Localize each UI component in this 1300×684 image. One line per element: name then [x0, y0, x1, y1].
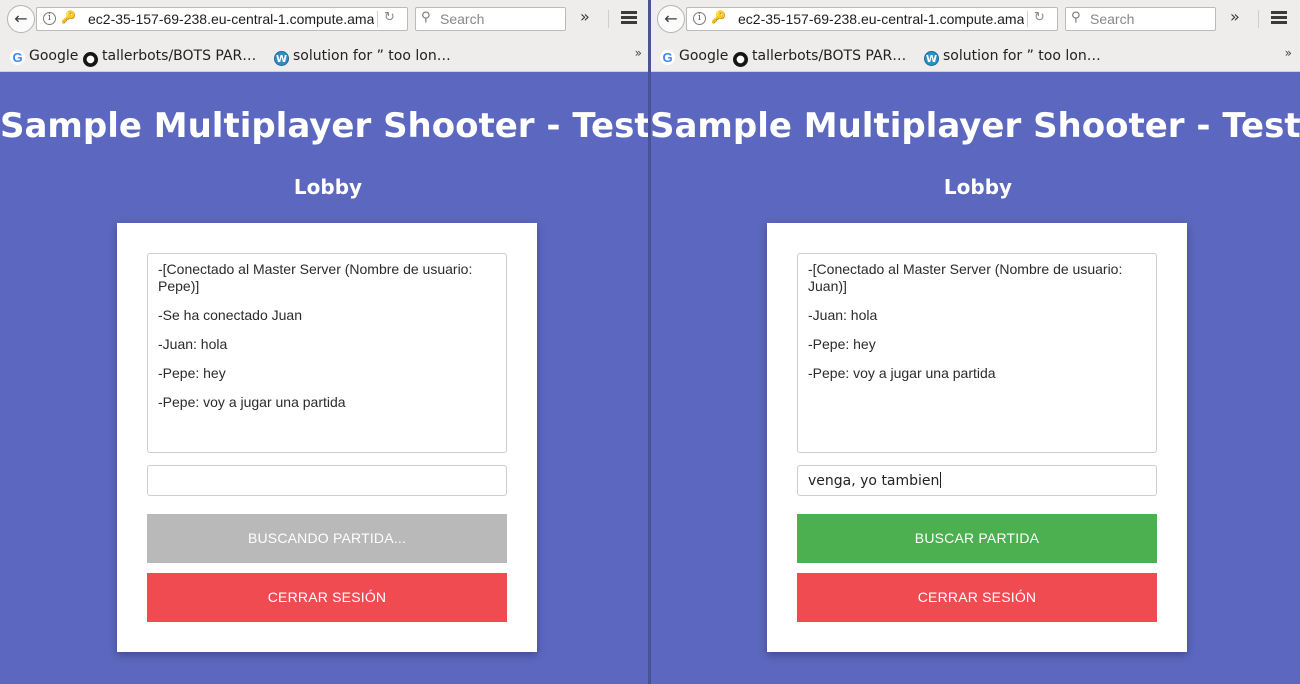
lobby-heading: Lobby — [943, 175, 1013, 199]
bookmarks-overflow-icon[interactable]: » — [1285, 46, 1292, 60]
hamburger-menu-icon[interactable] — [621, 11, 637, 24]
text-caret — [940, 472, 942, 488]
chat-message: -[Conectado al Master Server (Nombre de … — [808, 261, 1123, 294]
bookmark-google[interactable]: G Google — [10, 46, 78, 66]
url-bar[interactable]: i 🔑 ec2-35-157-69-238.eu-central-1.compu… — [686, 7, 1058, 31]
wordpress-icon: W — [274, 51, 289, 66]
hamburger-menu-icon[interactable] — [1271, 11, 1287, 24]
toolbar-overflow-icon[interactable]: » — [1230, 7, 1240, 26]
page-title: Sample Multiplayer Shooter - Test — [0, 106, 650, 146]
bookmark-label: Google — [29, 48, 79, 64]
chat-message: -Juan: hola — [158, 336, 228, 352]
search-input[interactable]: Search — [1090, 11, 1134, 27]
lobby-card: -[Conectado al Master Server (Nombre de … — [767, 223, 1187, 652]
key-icon[interactable]: 🔑 — [711, 10, 726, 24]
find-match-button[interactable]: BUSCAR PARTIDA — [797, 514, 1157, 563]
toolbar-separator — [608, 10, 609, 28]
url-bar[interactable]: i 🔑 ec2-35-157-69-238.eu-central-1.compu… — [36, 7, 408, 31]
info-icon[interactable]: i — [43, 12, 56, 25]
lobby-heading: Lobby — [293, 175, 363, 199]
back-icon[interactable]: ← — [657, 5, 685, 33]
bookmark-label: tallerbots/BOTS PAR… — [102, 48, 257, 64]
chat-log[interactable]: -[Conectado al Master Server (Nombre de … — [147, 253, 507, 453]
url-separator — [377, 11, 378, 27]
logout-button[interactable]: CERRAR SESIÓN — [147, 573, 507, 622]
bookmarks-overflow-icon[interactable]: » — [635, 46, 642, 60]
bookmark-github[interactable]: ● tallerbots/BOTS PAR… — [733, 46, 907, 67]
chat-input[interactable]: venga, yo tambien — [797, 465, 1157, 496]
key-icon[interactable]: 🔑 — [61, 10, 76, 24]
bookmark-wordpress[interactable]: Wsolution for ” too lon… — [274, 46, 451, 66]
search-bar[interactable]: ⚲ Search — [1065, 7, 1216, 31]
bookmark-label: solution for ” too lon… — [943, 48, 1101, 64]
lobby-card: -[Conectado al Master Server (Nombre de … — [117, 223, 537, 652]
browser-window-left: ← i 🔑 ec2-35-157-69-238.eu-central-1.com… — [0, 0, 650, 684]
browser-toolbar: ← i 🔑 ec2-35-157-69-238.eu-central-1.com… — [650, 0, 1300, 72]
bookmark-wordpress[interactable]: Wsolution for ” too lon… — [924, 46, 1101, 66]
url-text[interactable]: ec2-35-157-69-238.eu-central-1.compute.a… — [738, 11, 1024, 27]
find-match-button[interactable]: BUSCANDO PARTIDA... — [147, 514, 507, 563]
page-title: Sample Multiplayer Shooter - Test — [650, 106, 1300, 146]
browser-window-right: ← i 🔑 ec2-35-157-69-238.eu-central-1.com… — [650, 0, 1300, 684]
reload-icon[interactable]: ↻ — [1034, 10, 1045, 25]
toolbar-overflow-icon[interactable]: » — [580, 7, 590, 26]
url-separator — [1027, 11, 1028, 27]
search-icon: ⚲ — [421, 10, 431, 25]
reload-icon[interactable]: ↻ — [384, 10, 395, 25]
bookmarks-bar: G Google ● tallerbots/BOTS PAR… Wsolution … — [650, 42, 1300, 70]
bookmark-label: solution for ” too lon… — [293, 48, 451, 64]
chat-message: -Pepe: hey — [808, 336, 876, 352]
chat-input[interactable] — [147, 465, 507, 496]
bookmark-label: tallerbots/BOTS PAR… — [752, 48, 907, 64]
chat-message: -Se ha conectado Juan — [158, 307, 302, 323]
window-divider — [648, 0, 651, 684]
chat-message: -Pepe: voy a jugar una partida — [158, 394, 346, 410]
wordpress-icon: W — [924, 51, 939, 66]
chat-log[interactable]: -[Conectado al Master Server (Nombre de … — [797, 253, 1157, 453]
chat-message: -Pepe: voy a jugar una partida — [808, 365, 996, 381]
chat-message: -[Conectado al Master Server (Nombre de … — [158, 261, 473, 294]
chat-message: -Pepe: hey — [158, 365, 226, 381]
search-bar[interactable]: ⚲ Search — [415, 7, 566, 31]
search-icon: ⚲ — [1071, 10, 1081, 25]
chat-message: -Juan: hola — [808, 307, 878, 323]
search-input[interactable]: Search — [440, 11, 484, 27]
bookmark-google[interactable]: G Google — [660, 46, 728, 66]
bookmarks-bar: G Google ● tallerbots/BOTS PAR… Wsolution … — [0, 42, 650, 70]
github-icon: ● — [83, 52, 98, 67]
toolbar-separator — [1258, 10, 1259, 28]
chat-input-value: venga, yo tambien — [808, 473, 940, 489]
google-icon: G — [660, 50, 675, 65]
bookmark-label: Google — [679, 48, 729, 64]
google-icon: G — [10, 50, 25, 65]
info-icon[interactable]: i — [693, 12, 706, 25]
github-icon: ● — [733, 52, 748, 67]
bookmark-github[interactable]: ● tallerbots/BOTS PAR… — [83, 46, 257, 67]
url-text[interactable]: ec2-35-157-69-238.eu-central-1.compute.a… — [88, 11, 374, 27]
browser-toolbar: ← i 🔑 ec2-35-157-69-238.eu-central-1.com… — [0, 0, 650, 72]
logout-button[interactable]: CERRAR SESIÓN — [797, 573, 1157, 622]
back-icon[interactable]: ← — [7, 5, 35, 33]
